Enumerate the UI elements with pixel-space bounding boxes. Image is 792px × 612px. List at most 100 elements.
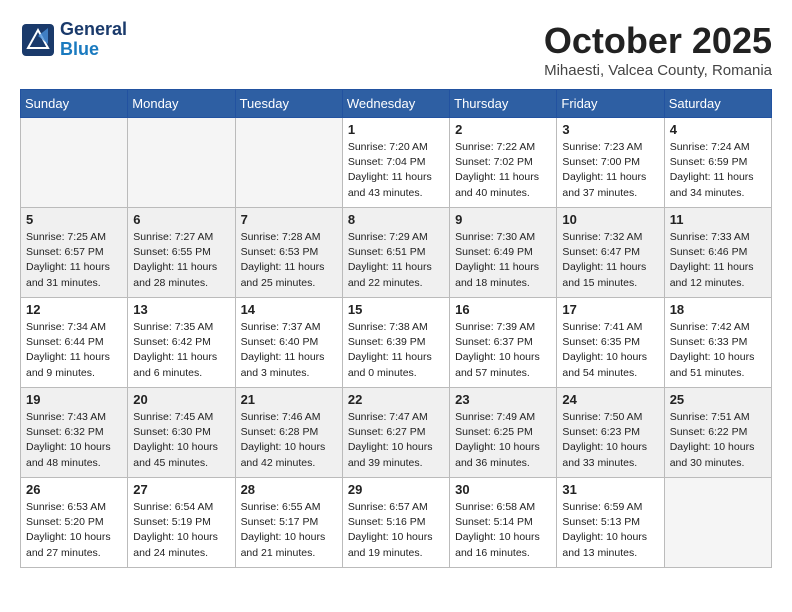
day-info: Sunrise: 6:58 AM Sunset: 5:14 PM Dayligh… — [455, 500, 551, 561]
day-number: 28 — [241, 482, 337, 497]
day-number: 23 — [455, 392, 551, 407]
day-info: Sunrise: 7:29 AM Sunset: 6:51 PM Dayligh… — [348, 230, 444, 291]
day-info: Sunrise: 7:34 AM Sunset: 6:44 PM Dayligh… — [26, 320, 122, 381]
calendar-cell: 6Sunrise: 7:27 AM Sunset: 6:55 PM Daylig… — [128, 208, 235, 298]
calendar-week-row: 1Sunrise: 7:20 AM Sunset: 7:04 PM Daylig… — [21, 118, 772, 208]
calendar-cell — [128, 118, 235, 208]
day-info: Sunrise: 7:37 AM Sunset: 6:40 PM Dayligh… — [241, 320, 337, 381]
calendar-cell — [664, 478, 771, 568]
day-header-tuesday: Tuesday — [235, 90, 342, 118]
calendar-cell: 23 Sunrise: 7:49 AM Sunset: 6:25 PM Dayli… — [450, 388, 557, 478]
day-header-friday: Friday — [557, 90, 664, 118]
calendar-cell: 11 Sunrise: 7:33 AM Sunset: 6:46 PM Dayli… — [664, 208, 771, 298]
day-number: 15 — [348, 302, 444, 317]
day-info: Sunrise: 6:59 AM Sunset: 5:13 PM Dayligh… — [562, 500, 658, 561]
day-header-thursday: Thursday — [450, 90, 557, 118]
day-number: 19 — [26, 392, 122, 407]
day-number: 4 — [670, 122, 766, 137]
day-info: Sunrise: 7:46 AM Sunset: 6:28 PM Dayligh… — [241, 410, 337, 471]
day-number: 31 — [562, 482, 658, 497]
day-info: Sunrise: 7:22 AM Sunset: 7:02 PM Dayligh… — [455, 140, 551, 201]
day-number: 21 — [241, 392, 337, 407]
day-number: 24 — [562, 392, 658, 407]
day-info: Sunrise: 6:54 AM Sunset: 5:19 PM Dayligh… — [133, 500, 229, 561]
day-number: 5 — [26, 212, 122, 227]
logo-text: General Blue — [60, 20, 127, 60]
calendar-week-row: 5Sunrise: 7:25 AM Sunset: 6:57 PM Daylig… — [21, 208, 772, 298]
calendar-week-row: 26Sunrise: 6:53 AM Sunset: 5:20 PM Dayli… — [21, 478, 772, 568]
calendar-cell: 2 Sunrise: 7:22 AM Sunset: 7:02 PM Daylig… — [450, 118, 557, 208]
day-header-monday: Monday — [128, 90, 235, 118]
calendar-cell: 12 Sunrise: 7:34 AM Sunset: 6:44 PM Dayli… — [21, 298, 128, 388]
day-info: Sunrise: 7:51 AM Sunset: 6:22 PM Dayligh… — [670, 410, 766, 471]
day-number: 14 — [241, 302, 337, 317]
title-block: October 2025 Mihaesti, Valcea County, Ro… — [544, 20, 772, 79]
calendar-cell: 30 Sunrise: 6:58 AM Sunset: 5:14 PM Dayli… — [450, 478, 557, 568]
day-number: 13 — [133, 302, 229, 317]
day-info: Sunrise: 7:50 AM Sunset: 6:23 PM Dayligh… — [562, 410, 658, 471]
day-number: 18 — [670, 302, 766, 317]
calendar-cell: 13 Sunrise: 7:35 AM Sunset: 6:42 PM Dayli… — [128, 298, 235, 388]
logo: General Blue — [20, 20, 127, 60]
calendar-table: SundayMondayTuesdayWednesdayThursdayFrid… — [20, 89, 772, 568]
day-info: Sunrise: 7:33 AM Sunset: 6:46 PM Dayligh… — [670, 230, 766, 291]
day-number: 30 — [455, 482, 551, 497]
day-number: 22 — [348, 392, 444, 407]
day-number: 26 — [26, 482, 122, 497]
calendar-cell: 29Sunrise: 6:57 AM Sunset: 5:16 PM Dayli… — [342, 478, 449, 568]
day-number: 20 — [133, 392, 229, 407]
day-info: Sunrise: 7:47 AM Sunset: 6:27 PM Dayligh… — [348, 410, 444, 471]
location: Mihaesti, Valcea County, Romania — [544, 62, 772, 79]
calendar-cell: 22 Sunrise: 7:47 AM Sunset: 6:27 PM Dayli… — [342, 388, 449, 478]
day-info: Sunrise: 7:49 AM Sunset: 6:25 PM Dayligh… — [455, 410, 551, 471]
day-number: 11 — [670, 212, 766, 227]
day-info: Sunrise: 7:41 AM Sunset: 6:35 PM Dayligh… — [562, 320, 658, 381]
calendar-cell: 28 Sunrise: 6:55 AM Sunset: 5:17 PM Dayli… — [235, 478, 342, 568]
day-header-sunday: Sunday — [21, 90, 128, 118]
day-header-wednesday: Wednesday — [342, 90, 449, 118]
calendar-cell: 10Sunrise: 7:32 AM Sunset: 6:47 PM Dayli… — [557, 208, 664, 298]
day-info: Sunrise: 7:24 AM Sunset: 6:59 PM Dayligh… — [670, 140, 766, 201]
day-number: 25 — [670, 392, 766, 407]
day-number: 7 — [241, 212, 337, 227]
calendar-cell: 15 Sunrise: 7:38 AM Sunset: 6:39 PM Dayli… — [342, 298, 449, 388]
logo-icon — [20, 22, 56, 58]
day-info: Sunrise: 6:55 AM Sunset: 5:17 PM Dayligh… — [241, 500, 337, 561]
month-title: October 2025 — [544, 20, 772, 62]
day-number: 8 — [348, 212, 444, 227]
day-info: Sunrise: 7:27 AM Sunset: 6:55 PM Dayligh… — [133, 230, 229, 291]
calendar-cell — [235, 118, 342, 208]
calendar-cell: 14 Sunrise: 7:37 AM Sunset: 6:40 PM Dayli… — [235, 298, 342, 388]
day-info: Sunrise: 7:38 AM Sunset: 6:39 PM Dayligh… — [348, 320, 444, 381]
calendar-cell — [21, 118, 128, 208]
day-number: 10 — [562, 212, 658, 227]
day-header-saturday: Saturday — [664, 90, 771, 118]
day-number: 29 — [348, 482, 444, 497]
calendar-cell: 18 Sunrise: 7:42 AM Sunset: 6:33 PM Dayli… — [664, 298, 771, 388]
calendar-cell: 31 Sunrise: 6:59 AM Sunset: 5:13 PM Dayli… — [557, 478, 664, 568]
day-number: 17 — [562, 302, 658, 317]
day-number: 9 — [455, 212, 551, 227]
calendar-cell: 16 Sunrise: 7:39 AM Sunset: 6:37 PM Dayli… — [450, 298, 557, 388]
day-number: 3 — [562, 122, 658, 137]
day-info: Sunrise: 7:39 AM Sunset: 6:37 PM Dayligh… — [455, 320, 551, 381]
day-info: Sunrise: 7:45 AM Sunset: 6:30 PM Dayligh… — [133, 410, 229, 471]
day-info: Sunrise: 7:35 AM Sunset: 6:42 PM Dayligh… — [133, 320, 229, 381]
day-info: Sunrise: 7:28 AM Sunset: 6:53 PM Dayligh… — [241, 230, 337, 291]
day-info: Sunrise: 7:43 AM Sunset: 6:32 PM Dayligh… — [26, 410, 122, 471]
calendar-cell: 21 Sunrise: 7:46 AM Sunset: 6:28 PM Dayli… — [235, 388, 342, 478]
calendar-cell: 9Sunrise: 7:30 AM Sunset: 6:49 PM Daylig… — [450, 208, 557, 298]
calendar-cell: 1Sunrise: 7:20 AM Sunset: 7:04 PM Daylig… — [342, 118, 449, 208]
day-number: 12 — [26, 302, 122, 317]
calendar-cell: 3 Sunrise: 7:23 AM Sunset: 7:00 PM Daylig… — [557, 118, 664, 208]
day-number: 27 — [133, 482, 229, 497]
day-info: Sunrise: 7:42 AM Sunset: 6:33 PM Dayligh… — [670, 320, 766, 381]
calendar-cell: 4 Sunrise: 7:24 AM Sunset: 6:59 PM Daylig… — [664, 118, 771, 208]
calendar-week-row: 12 Sunrise: 7:34 AM Sunset: 6:44 PM Dayli… — [21, 298, 772, 388]
day-number: 2 — [455, 122, 551, 137]
calendar-cell: 5Sunrise: 7:25 AM Sunset: 6:57 PM Daylig… — [21, 208, 128, 298]
day-info: Sunrise: 7:20 AM Sunset: 7:04 PM Dayligh… — [348, 140, 444, 201]
day-number: 16 — [455, 302, 551, 317]
day-info: Sunrise: 7:23 AM Sunset: 7:00 PM Dayligh… — [562, 140, 658, 201]
calendar-cell: 25 Sunrise: 7:51 AM Sunset: 6:22 PM Dayli… — [664, 388, 771, 478]
